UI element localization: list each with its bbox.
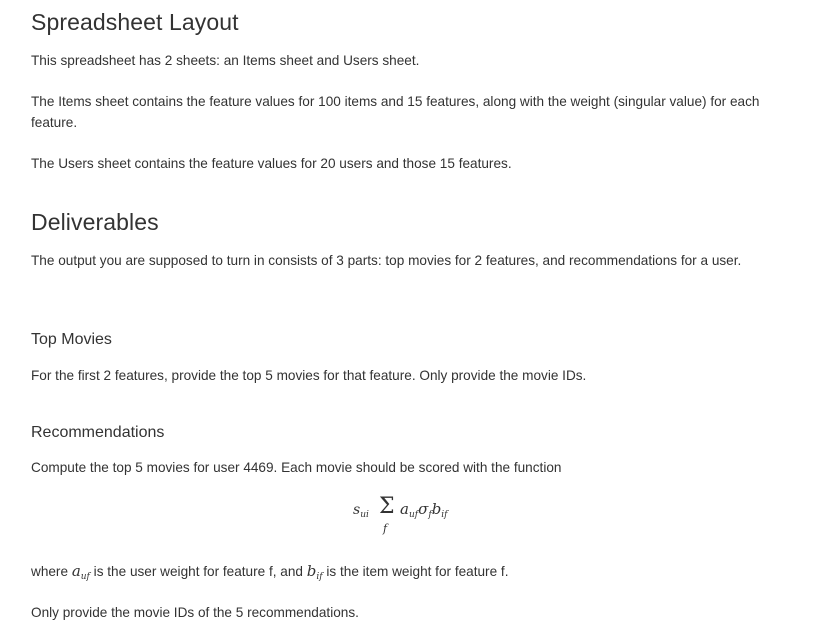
formula-explanation: where auf is the user weight for feature…: [31, 562, 509, 582]
formula-sum-symbol: Σ: [379, 494, 395, 519]
deliverables-heading: Deliverables: [31, 209, 159, 235]
top-movies-description: For the first 2 features, provide the to…: [31, 368, 587, 383]
scoring-formula: sui Σ f aufσfbif: [353, 494, 473, 544]
spreadsheet-layout-heading: Spreadsheet Layout: [31, 9, 239, 35]
users-sheet-description: The Users sheet contains the feature val…: [31, 156, 512, 171]
items-sheet-description: The Items sheet contains the feature val…: [31, 94, 760, 130]
recommendations-description: Compute the top 5 movies for user 4469. …: [31, 460, 562, 475]
sheets-description: This spreadsheet has 2 sheets: an Items …: [31, 53, 420, 68]
recommendations-heading: Recommendations: [31, 424, 165, 441]
recommendations-output-note: Only provide the movie IDs of the 5 reco…: [31, 605, 359, 620]
top-movies-heading: Top Movies: [31, 331, 112, 348]
formula-sum-index: f: [383, 522, 388, 535]
formula-score: sui: [353, 502, 369, 520]
deliverables-description: The output you are supposed to turn in c…: [31, 253, 742, 268]
formula-terms: aufσfbif: [400, 500, 448, 520]
